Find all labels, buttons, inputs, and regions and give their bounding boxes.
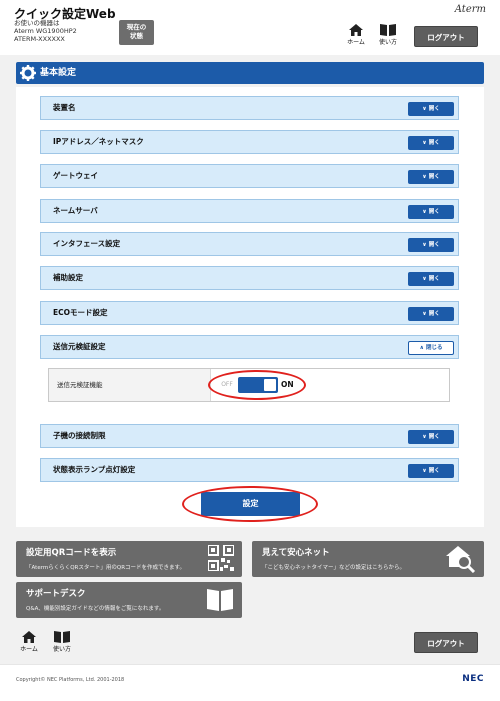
logout-button[interactable]: ログアウト	[414, 26, 478, 47]
header: クイック設定Web お使いの機器は Aterm WG1900HP2 ATERM-…	[0, 0, 500, 55]
device-info-line: お使いの機器は	[14, 19, 60, 27]
home-icon	[22, 631, 36, 643]
row-auxiliary[interactable]: 補助設定 ∨ 開く	[40, 266, 459, 290]
open-button[interactable]: ∨ 開く	[408, 464, 454, 478]
card-title: サポートデスク	[26, 589, 86, 599]
device-info: お使いの機器は Aterm WG1900HP2 ATERM-XXXXXX	[14, 19, 77, 43]
support-desk-card[interactable]: サポートデスク Q&A、機能別設定ガイドなどの情報をご覧になれます。	[16, 582, 242, 618]
status-button-line2: 状態	[130, 32, 143, 40]
safety-net-card[interactable]: 見えて安心ネット 「こども安心ネットタイマー」などの設定はこちらから。	[252, 541, 484, 577]
open-button-label: 開く	[428, 140, 440, 146]
card-desc: Q&A、機能別設定ガイドなどの情報をご覧になれます。	[26, 606, 165, 612]
open-button[interactable]: ∨ 開く	[408, 238, 454, 252]
row-label: 送信元検証設定	[53, 342, 106, 351]
home-label: ホーム	[347, 39, 365, 46]
manual-label: 使い方	[378, 39, 397, 46]
row-ip-address[interactable]: IPアドレス／ネットマスク ∨ 開く	[40, 130, 459, 154]
row-interface[interactable]: インタフェース設定 ∨ 開く	[40, 232, 459, 256]
close-button-label: 閉じる	[425, 345, 443, 351]
open-button-label: 開く	[428, 276, 440, 282]
card-title: 設定用QRコードを表示	[26, 548, 117, 558]
source-verify-label: 送信元検証機能	[49, 369, 211, 401]
section-title: 基本設定	[40, 68, 77, 78]
home-icon	[349, 24, 363, 36]
open-button[interactable]: ∨ 開く	[408, 136, 454, 150]
row-label: 子機の接続制限	[53, 431, 106, 440]
footer-manual-link[interactable]: 使い方	[50, 631, 74, 653]
row-label: 装置名	[53, 103, 76, 112]
copyright: Copyright© NEC Platforms, Ltd. 2001-2018	[16, 677, 125, 683]
open-button[interactable]: ∨ 開く	[408, 430, 454, 444]
row-label: ゲートウェイ	[53, 171, 98, 180]
card-desc: 「こども安心ネットタイマー」などの設定はこちらから。	[262, 565, 406, 571]
open-button[interactable]: ∨ 開く	[408, 102, 454, 116]
nec-logo: NEC	[462, 674, 484, 684]
open-button-label: 開く	[428, 242, 440, 248]
close-button[interactable]: ∧ 閉じる	[408, 341, 454, 355]
highlight-ellipse	[208, 370, 306, 400]
open-button-label: 開く	[428, 174, 440, 180]
row-label: ECOモード設定	[53, 308, 108, 317]
device-model: Aterm WG1900HP2	[14, 27, 77, 35]
book-icon	[54, 631, 70, 643]
row-connection-limit[interactable]: 子機の接続制限 ∨ 開く	[40, 424, 459, 448]
row-label: 補助設定	[53, 273, 83, 282]
row-label: インタフェース設定	[53, 239, 121, 248]
status-button-line1: 現在の	[126, 23, 147, 31]
home-link[interactable]: ホーム	[344, 24, 368, 46]
gear-icon	[20, 65, 36, 81]
open-button-label: 開く	[428, 311, 440, 317]
qr-code-icon	[208, 545, 234, 571]
footer-logout-button[interactable]: ログアウト	[414, 632, 478, 653]
section-header: 基本設定	[16, 62, 484, 84]
row-label: 状態表示ランプ点灯設定	[53, 465, 136, 474]
row-eco-mode[interactable]: ECOモード設定 ∨ 開く	[40, 301, 459, 325]
device-ssid: ATERM-XXXXXX	[14, 35, 65, 43]
row-source-verify[interactable]: 送信元検証設定 ∧ 閉じる	[40, 335, 459, 359]
manual-link[interactable]: 使い方	[376, 24, 400, 46]
row-status-lamp[interactable]: 状態表示ランプ点灯設定 ∨ 開く	[40, 458, 459, 482]
open-button[interactable]: ∨ 開く	[408, 170, 454, 184]
open-button-label: 開く	[428, 434, 440, 440]
open-button-label: 開く	[428, 209, 440, 215]
book-icon	[380, 24, 396, 36]
footer-divider	[0, 664, 500, 665]
house-search-icon	[446, 546, 476, 573]
current-status-button[interactable]: 現在の 状態	[119, 20, 154, 45]
row-label: IPアドレス／ネットマスク	[53, 137, 144, 146]
row-label: ネームサーバ	[53, 206, 98, 215]
book-icon	[207, 589, 233, 611]
open-button-label: 開く	[428, 468, 440, 474]
row-gateway[interactable]: ゲートウェイ ∨ 開く	[40, 164, 459, 188]
manual-label: 使い方	[52, 646, 71, 653]
open-button[interactable]: ∨ 開く	[408, 272, 454, 286]
card-desc: 「AtermらくらくQRスタート」用のQRコードを作成できます。	[26, 565, 185, 571]
row-device-name[interactable]: 装置名 ∨ 開く	[40, 96, 459, 120]
qr-code-card[interactable]: 設定用QRコードを表示 「AtermらくらくQRスタート」用のQRコードを作成で…	[16, 541, 242, 577]
page: クイック設定Web お使いの機器は Aterm WG1900HP2 ATERM-…	[0, 0, 500, 701]
open-button-label: 開く	[428, 106, 440, 112]
home-label: ホーム	[20, 646, 38, 653]
highlight-ellipse	[182, 486, 318, 522]
aterm-logo: Aterm	[454, 4, 486, 15]
row-name-server[interactable]: ネームサーバ ∨ 開く	[40, 199, 459, 223]
open-button[interactable]: ∨ 開く	[408, 205, 454, 219]
card-title: 見えて安心ネット	[262, 548, 330, 558]
footer-home-link[interactable]: ホーム	[17, 631, 41, 653]
open-button[interactable]: ∨ 開く	[408, 307, 454, 321]
